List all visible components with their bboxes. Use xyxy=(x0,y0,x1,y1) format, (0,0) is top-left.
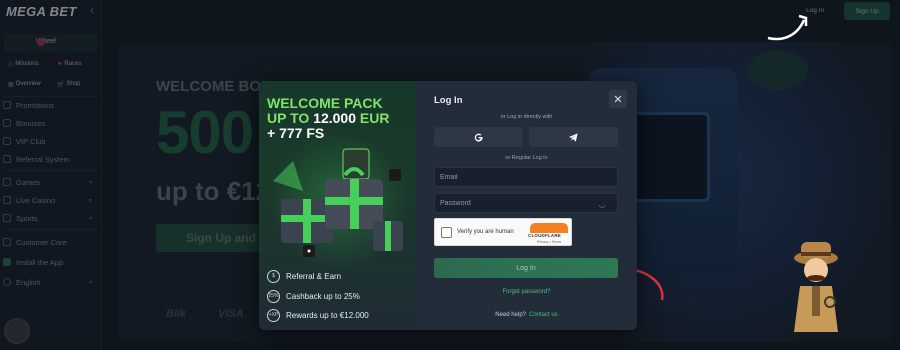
email-field[interactable] xyxy=(434,167,618,187)
google-login-button[interactable] xyxy=(434,127,523,147)
promo-amount: UP TO 12.000 EUR xyxy=(267,110,389,126)
regular-login-label: or Regular Log in xyxy=(505,155,548,161)
help-line: Need help? Contact us xyxy=(416,312,637,318)
annotation-arrow-login xyxy=(767,19,806,41)
promo-amount-prefix: UP TO xyxy=(267,110,310,126)
perk-label: Referral & Earn xyxy=(286,271,342,281)
cloudflare-logo-icon xyxy=(530,223,568,233)
help-text: Need help? xyxy=(495,312,526,318)
login-form: Log In ✕ or Log in directly with or Regu… xyxy=(416,81,637,330)
telegram-icon xyxy=(568,132,578,142)
password-field[interactable] xyxy=(434,193,618,213)
hand-coin-icon: $ xyxy=(267,269,280,283)
perk-referral: $ Referral & Earn xyxy=(267,268,341,284)
modal-title: Log In xyxy=(434,95,463,106)
toggle-password-visibility-icon[interactable]: ◡ xyxy=(599,201,605,209)
perk-cashback: 25% Cashback up to 25% xyxy=(267,288,360,304)
login-submit-button[interactable]: Log In xyxy=(434,258,618,278)
gift-boxes-illustration xyxy=(273,148,403,257)
google-icon xyxy=(474,133,483,142)
login-modal: WELCOME PACK UP TO 12.000 EUR + 777 FS $ xyxy=(259,81,637,330)
direct-login-label: or Log in directly with xyxy=(500,114,553,120)
captcha-widget: Verify you are human CLOUDFLARE Privacy … xyxy=(434,218,572,246)
captcha-brand: CLOUDFLARE xyxy=(528,233,561,238)
contact-us-link[interactable]: Contact us xyxy=(529,312,558,318)
forgot-password-link[interactable]: Forgot password? xyxy=(416,289,637,295)
percent-icon: 25% xyxy=(267,289,280,303)
telegram-login-button[interactable] xyxy=(529,127,618,147)
close-icon[interactable]: ✕ xyxy=(609,90,627,108)
captcha-checkbox[interactable] xyxy=(441,227,452,238)
promo-panel: WELCOME PACK UP TO 12.000 EUR + 777 FS $ xyxy=(259,81,416,330)
detective-mascot xyxy=(794,242,838,332)
xp-icon: +XP xyxy=(267,308,280,322)
captcha-label: Verify you are human xyxy=(457,229,514,235)
promo-amount-currency: EUR xyxy=(359,110,390,126)
perk-rewards: +XP Rewards up to €12.000 xyxy=(267,307,369,323)
captcha-links[interactable]: Privacy • Terms xyxy=(537,240,561,244)
promo-amount-value: 12.000 xyxy=(313,110,356,126)
perk-label: Rewards up to €12.000 xyxy=(286,310,369,320)
perk-label: Cashback up to 25% xyxy=(286,291,360,301)
promo-title: WELCOME PACK xyxy=(267,95,383,111)
promo-freespins: + 777 FS xyxy=(267,125,325,141)
